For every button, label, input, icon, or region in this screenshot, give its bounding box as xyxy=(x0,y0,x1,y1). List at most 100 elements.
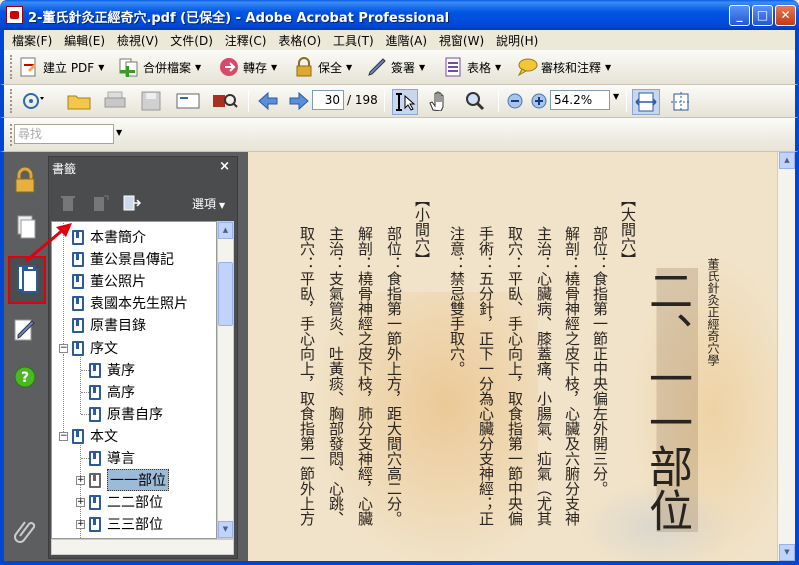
bookmark-item[interactable]: 導言 xyxy=(89,447,135,469)
menu-view[interactable]: 檢視(V) xyxy=(113,30,163,49)
bookmark-label: 袁國本先生照片 xyxy=(90,296,188,312)
sign-button[interactable]: 簽署 ▼ xyxy=(366,55,425,79)
help-icon[interactable]: ? xyxy=(10,362,40,392)
select-text-icon[interactable] xyxy=(392,89,418,115)
toolbar-grip[interactable] xyxy=(10,55,13,79)
email-icon[interactable] xyxy=(176,91,200,109)
menu-window[interactable]: 視窗(W) xyxy=(435,30,488,49)
text-column: 手術：五分針，正下一分為心臟分支神經；正 xyxy=(477,226,495,526)
window-title: 2-董氏針灸正經奇穴.pdf (已保全) - Adobe Acrobat Pro… xyxy=(28,11,450,26)
bookmark-item[interactable]: 袁國本先生照片 xyxy=(72,292,188,314)
secure-button[interactable]: 保全 ▼ xyxy=(293,55,352,79)
navigation-pane: ? xyxy=(4,152,46,561)
bookmark-item[interactable]: 高序 xyxy=(89,381,135,403)
bookmark-label: 原書目錄 xyxy=(90,318,146,334)
bookmark-label: 原書自序 xyxy=(107,407,163,423)
chevron-down-icon: ▼ xyxy=(419,62,426,72)
menu-document[interactable]: 文件(D) xyxy=(166,30,217,49)
zoom-out-icon[interactable] xyxy=(506,92,524,110)
zoom-in-icon[interactable] xyxy=(530,92,548,110)
save-icon[interactable] xyxy=(140,91,161,111)
bookmark-item-main-text[interactable]: 本文 xyxy=(72,425,118,447)
export-button[interactable]: 轉存 ▼ xyxy=(218,55,277,79)
bookmark-item[interactable]: 原書自序 xyxy=(89,403,163,425)
expand-bookmark-icon[interactable] xyxy=(122,194,142,212)
expand-toggle[interactable]: + xyxy=(76,520,85,529)
bookmark-label: 本文 xyxy=(90,429,118,445)
menu-comments[interactable]: 注釋(C) xyxy=(221,30,271,49)
scroll-down-icon[interactable]: ▼ xyxy=(779,544,795,561)
bookmark-item[interactable]: 原書目錄 xyxy=(72,314,146,336)
review-comment-button[interactable]: 審核和注釋 ▼ xyxy=(516,55,611,79)
bookmark-item-selected[interactable]: 一一部位 xyxy=(89,469,169,491)
text-column: 取穴：平臥、手心向上，取食指第一節中央偏 xyxy=(506,226,524,526)
panel-close-icon[interactable]: × xyxy=(219,159,230,174)
menu-help[interactable]: 說明(H) xyxy=(492,30,542,49)
document-view[interactable]: 董氏針灸正經奇穴學 二、一一部位 【大間穴】 部位：食指第一節正中央偏左外開三分… xyxy=(248,152,777,561)
expand-toggle[interactable]: + xyxy=(76,498,85,507)
menu-edit[interactable]: 編輯(E) xyxy=(60,30,109,49)
bookmark-item[interactable]: 二二部位 xyxy=(89,491,163,513)
menu-forms[interactable]: 表格(O) xyxy=(274,30,325,49)
fit-page-icon[interactable] xyxy=(670,91,691,112)
combine-files-button[interactable]: 合併檔案 ▼ xyxy=(118,55,201,79)
maximize-button[interactable]: □ xyxy=(752,5,773,26)
bookmark-item[interactable]: 三三部位 xyxy=(89,513,163,535)
security-settings-button[interactable] xyxy=(10,166,40,196)
minimize-button[interactable]: _ xyxy=(729,5,750,26)
search-input[interactable]: 尋找 xyxy=(14,124,114,144)
window-frame-bottom xyxy=(0,561,799,565)
organizer-icon[interactable] xyxy=(22,91,44,109)
delete-bookmark-icon[interactable] xyxy=(60,194,78,212)
scroll-down-icon[interactable]: ▼ xyxy=(218,521,233,538)
toolbar-grip[interactable] xyxy=(10,124,13,146)
tree-guide xyxy=(81,414,89,415)
close-button[interactable]: ✕ xyxy=(775,5,796,26)
bookmarks-horizontal-scrollbar[interactable] xyxy=(51,539,234,555)
scroll-up-icon[interactable]: ▲ xyxy=(218,222,233,239)
toolbar-grip[interactable] xyxy=(10,89,13,113)
zoom-marquee-icon[interactable] xyxy=(464,91,485,111)
bookmark-item[interactable]: 黃序 xyxy=(89,359,135,381)
print-icon[interactable] xyxy=(104,91,126,109)
bookmarks-scrollbar[interactable]: ▲ ▼ xyxy=(217,221,234,539)
fit-width-icon[interactable] xyxy=(632,89,660,115)
menu-advanced[interactable]: 進階(A) xyxy=(381,30,431,49)
create-pdf-icon xyxy=(18,56,40,78)
attachments-paperclip-icon[interactable] xyxy=(10,514,40,544)
scroll-thumb[interactable] xyxy=(218,262,233,326)
search-dropdown-icon[interactable]: ▼ xyxy=(116,128,122,137)
next-page-icon[interactable] xyxy=(288,91,309,111)
combine-files-label: 合併檔案 xyxy=(143,60,192,75)
zoom-input[interactable]: 54.2% xyxy=(550,90,610,110)
expand-toggle[interactable]: + xyxy=(76,476,85,485)
text-column: 部位：食指第一節外上方，距大間穴高二分。 xyxy=(385,226,403,526)
scroll-up-icon[interactable]: ▲ xyxy=(779,152,795,169)
chevron-down-icon: ▼ xyxy=(605,62,612,72)
signatures-button[interactable] xyxy=(10,314,40,344)
open-folder-icon[interactable] xyxy=(66,91,91,110)
bookmark-item-preface[interactable]: 序文 xyxy=(72,337,118,359)
pane-splitter[interactable] xyxy=(240,152,248,561)
previous-page-icon[interactable] xyxy=(257,91,278,111)
search-document-icon[interactable] xyxy=(212,91,238,109)
hand-tool-icon[interactable] xyxy=(428,91,446,112)
bookmark-label: 導言 xyxy=(107,451,135,467)
create-pdf-button[interactable]: 建立 PDF ▼ xyxy=(18,55,104,79)
menu-file[interactable]: 檔案(F) xyxy=(8,30,56,49)
window-frame-right xyxy=(795,152,799,561)
forms-button[interactable]: 表格 ▼ xyxy=(442,55,501,79)
title-bar: 2-董氏針灸正經奇穴.pdf (已保全) - Adobe Acrobat Pro… xyxy=(0,0,799,30)
collapse-toggle[interactable]: − xyxy=(59,432,68,441)
page-number-input[interactable]: 30 xyxy=(312,90,344,110)
speech-bubble-icon xyxy=(516,56,538,78)
bookmark-options-menu[interactable]: 選項 ▼ xyxy=(192,195,225,212)
chevron-down-icon: ▼ xyxy=(219,201,226,210)
document-scrollbar[interactable]: ▲ ▼ xyxy=(777,152,795,561)
menu-tools[interactable]: 工具(T) xyxy=(329,30,378,49)
zoom-dropdown-icon[interactable]: ▼ xyxy=(613,92,619,101)
tree-guide xyxy=(80,354,81,414)
bookmark-label: 一一部位 xyxy=(107,469,169,491)
collapse-toggle[interactable]: − xyxy=(59,344,68,353)
new-bookmark-icon[interactable] xyxy=(92,194,110,212)
